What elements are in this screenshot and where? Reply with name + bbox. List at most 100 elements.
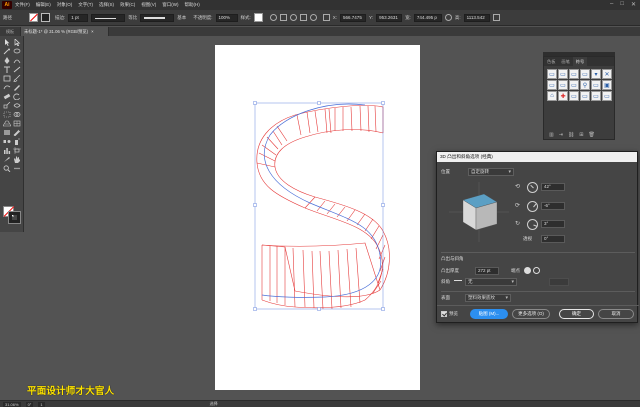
symbol-item[interactable]: ▭ [569,80,579,90]
slice-tool-icon[interactable] [3,156,11,163]
variable-width-profile[interactable] [91,13,126,22]
symbol-item[interactable]: ⌂ [547,91,557,101]
surface-select[interactable]: 塑料效果底纹 [465,294,511,302]
stroke-swatch-large[interactable] [8,211,21,224]
height-field[interactable]: 1113.542 [463,13,490,22]
symbol-item[interactable]: ▭ [591,91,601,101]
x-rotation-field[interactable]: 42° [541,183,565,191]
rotation-cube-preview[interactable] [449,182,509,242]
align-icon[interactable] [279,14,287,21]
tab-swatches[interactable]: 色板 [544,57,558,66]
y-rotation-field[interactable]: -6° [541,202,565,210]
eraser-tool-icon[interactable] [3,93,11,100]
menu-type[interactable]: 文字(T) [78,2,93,8]
mesh-tool-icon[interactable] [13,120,21,127]
hand-tool-icon[interactable] [13,156,21,163]
rotation-field[interactable]: 0° [25,401,34,407]
menu-select[interactable]: 选择(S) [99,2,114,8]
break-link-icon[interactable]: ⛓ [568,132,574,138]
zoom-tool-icon[interactable] [3,165,11,172]
column-graph-tool-icon[interactable] [3,147,11,154]
cancel-button[interactable]: 取消 [598,309,634,319]
symbol-item[interactable]: ▭ [569,91,579,101]
menu-window[interactable]: 窗口(W) [162,2,178,8]
blend-tool-icon[interactable] [3,138,11,145]
cap-on-icon[interactable] [524,267,531,274]
symbol-item[interactable]: ▭ [558,69,568,79]
graphic-style-swatch[interactable] [253,13,263,22]
artboard-navigator[interactable]: 1 [38,401,45,407]
symbol-item[interactable]: ▭ [602,91,612,101]
transform-icon[interactable] [299,14,307,21]
place-symbol-icon[interactable]: ⇥ [559,132,563,138]
maximize-button[interactable]: □ [620,1,624,8]
menu-help[interactable]: 帮助(H) [185,2,200,8]
position-select[interactable]: 自定旋转 [468,168,514,176]
preview-checkbox[interactable] [441,311,447,317]
panel-menu-icon[interactable] [492,14,500,21]
symbol-item[interactable]: ⚲ [580,80,590,90]
ok-button[interactable]: 确定 [559,309,594,319]
cap-off-icon[interactable] [533,267,540,274]
rotate-tool-icon[interactable] [13,93,21,100]
globe-icon[interactable] [289,14,297,21]
direct-selection-tool-icon[interactable] [13,39,21,46]
x-field[interactable]: 566.7475 [340,13,367,22]
extrude-depth-field[interactable]: 272 pt [475,267,499,275]
library-icon[interactable]: ▥ [549,132,554,138]
lasso-tool-icon[interactable] [13,48,21,55]
toolbar-header[interactable]: 模板 [0,27,21,36]
menu-file[interactable]: 文件(F) [15,2,30,8]
dialog-title[interactable]: 3D 凸出和斜角选项 (经典) [437,152,637,162]
pencil-tool-icon[interactable] [13,84,21,91]
width-tool-icon[interactable] [13,102,21,109]
selection-tool-icon[interactable] [3,39,11,46]
symbol-sprayer-tool-icon[interactable] [13,138,21,145]
zoom-field[interactable]: 31.06% [3,401,21,407]
symbol-item[interactable]: ▭ [558,80,568,90]
fill-stroke-widget[interactable] [3,206,21,224]
extruded-s-artwork[interactable] [215,45,420,390]
document-tab-close[interactable]: × [91,27,94,36]
gradient-tool-icon[interactable] [3,129,11,136]
menu-effect[interactable]: 效果(C) [120,2,135,8]
symbol-item[interactable]: ▭ [569,69,579,79]
z-rotation-field[interactable]: 3° [541,220,565,228]
opacity-field[interactable]: 100% [215,13,238,22]
constrain-proportions-icon[interactable] [444,14,452,21]
symbol-item[interactable]: ▭ [580,69,590,79]
menu-object[interactable]: 对象(O) [57,2,73,8]
symbol-item[interactable]: ▭ [591,80,601,90]
stroke-weight-field[interactable]: 1 pt [68,13,89,22]
pen-tool-icon[interactable] [3,57,11,64]
stroke-label[interactable]: 描边: [55,15,65,21]
type-tool-icon[interactable] [3,66,11,73]
z-rotation-dial[interactable] [527,219,538,230]
close-window-button[interactable]: ✕ [631,1,636,8]
symbol-item[interactable]: ✕ [602,69,612,79]
free-transform-tool-icon[interactable] [3,111,11,118]
symbol-item[interactable]: ▭ [547,69,557,79]
fill-swatch[interactable] [29,13,38,22]
menu-edit[interactable]: 编辑(E) [36,2,51,8]
paintbrush-tool-icon[interactable] [13,75,21,82]
rectangle-tool-icon[interactable] [3,75,11,82]
symbol-item[interactable]: ▭ [580,91,590,101]
shape-builder-tool-icon[interactable] [13,111,21,118]
isolate-icon[interactable] [309,14,317,21]
symbol-item[interactable]: ▭ [547,80,557,90]
reference-point-icon[interactable] [322,14,330,21]
stroke-swatch[interactable] [41,13,50,22]
tab-symbols[interactable]: 符号 [572,57,588,66]
line-tool-icon[interactable] [13,66,21,73]
minimize-button[interactable]: – [610,1,613,8]
shaper-tool-icon[interactable] [3,84,11,91]
y-field[interactable]: 953.2631 [376,13,403,22]
brush-definition[interactable] [140,13,175,22]
curvature-tool-icon[interactable] [13,57,21,64]
symbol-item[interactable]: ▾ [591,69,601,79]
bevel-select[interactable]: 无 [465,278,517,286]
width-field[interactable]: 744.495 p [413,13,442,22]
perspective-grid-tool-icon[interactable] [3,120,11,127]
magic-wand-tool-icon[interactable] [3,48,11,55]
